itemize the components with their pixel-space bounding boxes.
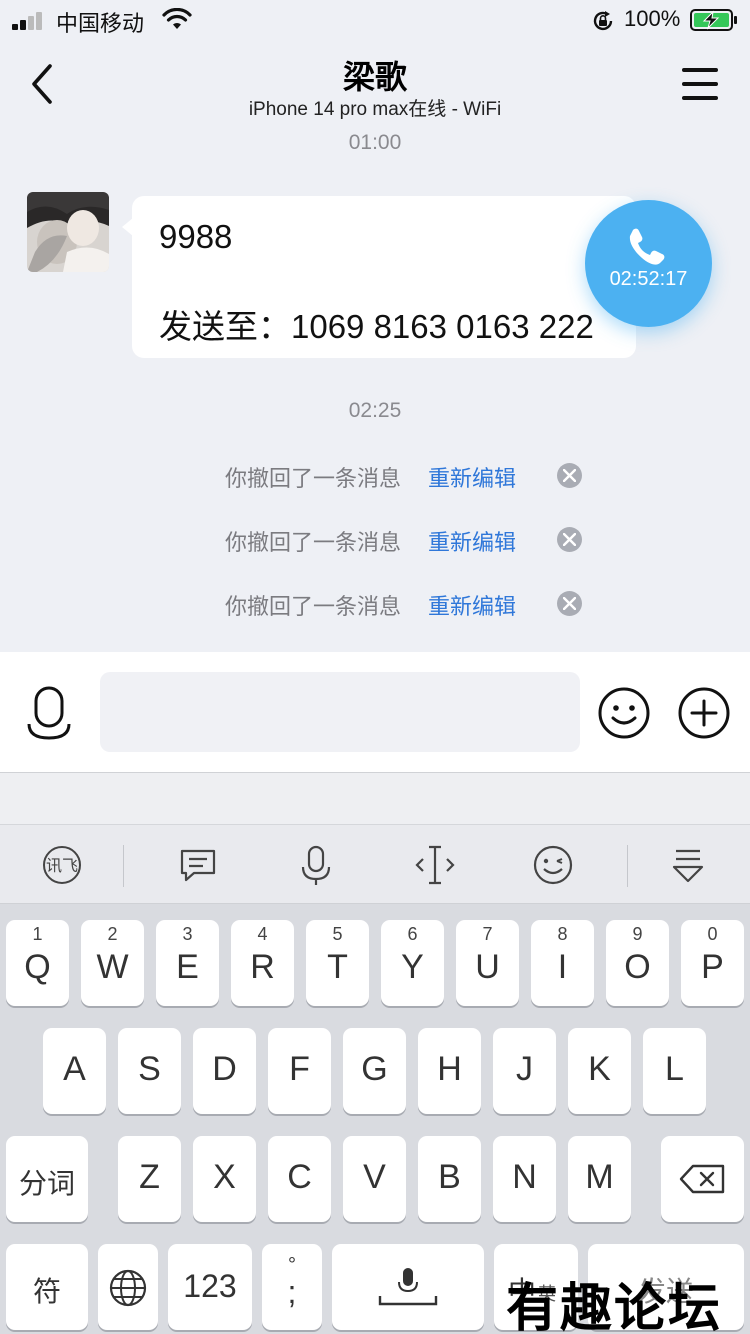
key-j[interactable]: J: [493, 1028, 556, 1114]
wifi-icon: [162, 8, 192, 29]
message-text-line: 9988: [159, 218, 233, 255]
globe-icon: [109, 1269, 147, 1307]
dismiss-notice-button[interactable]: [557, 463, 582, 488]
key-l[interactable]: L: [643, 1028, 706, 1114]
message-bubble[interactable]: 9988 发送至：1069 8163 0163 222: [122, 196, 636, 358]
space-mic-icon: [378, 1268, 438, 1306]
message-input-bar: [0, 652, 750, 772]
space-key[interactable]: [332, 1244, 484, 1330]
number-key[interactable]: 123: [168, 1244, 252, 1330]
menu-button[interactable]: [680, 64, 720, 104]
key-f[interactable]: F: [268, 1028, 331, 1114]
toolbar-divider: [123, 845, 124, 887]
contact-name-title: 梁歌: [342, 59, 407, 95]
svg-text:讯飞: 讯飞: [46, 856, 78, 875]
globe-key[interactable]: [98, 1244, 158, 1330]
backspace-key[interactable]: [661, 1136, 744, 1222]
re-edit-link[interactable]: 重新编辑: [428, 461, 516, 493]
key-p[interactable]: 0P: [681, 920, 744, 1006]
symbols-key[interactable]: 符: [6, 1244, 88, 1330]
semicolon-key[interactable]: ° ;: [262, 1244, 322, 1330]
dismiss-notice-button[interactable]: [557, 527, 582, 552]
ongoing-call-floating-button[interactable]: 02:52:17: [585, 200, 712, 327]
emoji-button[interactable]: [598, 687, 650, 739]
avatar[interactable]: [27, 192, 109, 272]
key-t[interactable]: 5T: [306, 920, 369, 1006]
battery-percentage: 100%: [624, 6, 681, 31]
watermark-text: 有趣论坛: [506, 1278, 723, 1334]
rotation-lock-icon: [593, 11, 613, 31]
key-s[interactable]: S: [118, 1028, 181, 1114]
backspace-icon: [679, 1164, 725, 1194]
close-icon: [563, 597, 576, 610]
cursor-icon[interactable]: [413, 843, 457, 887]
keyboard: 讯飞 1Q 2W 3E 4R 5T 6Y 7U 8I 9 O 0 P A S D…: [0, 772, 750, 1334]
key-i[interactable]: 8I: [531, 920, 594, 1006]
key-g[interactable]: G: [343, 1028, 406, 1114]
key-q[interactable]: 1Q: [6, 920, 69, 1006]
key-b[interactable]: B: [418, 1136, 481, 1222]
message-text-line: 发送至：1069 8163 0163 222: [159, 308, 594, 345]
phone-icon: [629, 228, 665, 265]
word-split-key[interactable]: 分词: [6, 1136, 88, 1222]
message-icon[interactable]: [176, 843, 220, 887]
key-z[interactable]: Z: [118, 1136, 181, 1222]
battery-charging-icon: [690, 9, 737, 31]
key-m[interactable]: M: [568, 1136, 631, 1222]
re-edit-link[interactable]: 重新编辑: [428, 589, 516, 621]
message-input[interactable]: [100, 672, 580, 752]
iflytek-logo-icon[interactable]: 讯飞: [40, 843, 84, 887]
call-duration-timer: 02:52:17: [609, 268, 688, 290]
voice-input-button[interactable]: [27, 686, 71, 742]
collapse-keyboard-icon[interactable]: [666, 843, 710, 887]
recall-notice-text: 你撤回了一条消息: [225, 530, 402, 555]
key-y[interactable]: 6Y: [381, 920, 444, 1006]
key-r[interactable]: 4R: [231, 920, 294, 1006]
re-edit-link[interactable]: 重新编辑: [428, 525, 516, 557]
recall-notice-row: 你撤回了一条消息 重新编辑: [0, 455, 750, 495]
key-w[interactable]: 2W: [81, 920, 144, 1006]
recall-notice-row: 你撤回了一条消息 重新编辑: [0, 583, 750, 623]
key-a[interactable]: A: [43, 1028, 106, 1114]
signal-strength-icon: [12, 12, 48, 30]
ime-toolbar: 讯飞: [0, 824, 750, 904]
key-o[interactable]: 9O: [606, 920, 669, 1006]
key-u[interactable]: 7U: [456, 920, 519, 1006]
recall-notice-row: 你撤回了一条消息 重新编辑: [0, 519, 750, 559]
device-status-subtitle: iPhone 14 pro max在线 - WiFi: [248, 99, 502, 120]
close-icon: [563, 533, 576, 546]
key-e[interactable]: 3E: [156, 920, 219, 1006]
recall-notice-text: 你撤回了一条消息: [225, 466, 402, 491]
toolbar-divider: [627, 845, 628, 887]
wink-emoji-icon[interactable]: [531, 843, 575, 887]
carrier-name: 中国移动: [56, 11, 145, 36]
recall-notice-text: 你撤回了一条消息: [225, 594, 402, 619]
more-actions-button[interactable]: [678, 687, 730, 739]
dismiss-notice-button[interactable]: [557, 591, 582, 616]
timestamp: 01:00: [348, 131, 402, 154]
avatar-image-icon: [27, 192, 109, 272]
timestamp: 02:25: [348, 399, 402, 422]
key-c[interactable]: C: [268, 1136, 331, 1222]
microphone-icon[interactable]: [294, 843, 338, 887]
close-icon: [563, 469, 576, 482]
key-n[interactable]: N: [493, 1136, 556, 1222]
key-h[interactable]: H: [418, 1028, 481, 1114]
status-bar: 中国移动 100%: [0, 0, 750, 40]
key-v[interactable]: V: [343, 1136, 406, 1222]
ime-composition-bar: [0, 772, 750, 824]
key-k[interactable]: K: [568, 1028, 631, 1114]
key-d[interactable]: D: [193, 1028, 256, 1114]
key-x[interactable]: X: [193, 1136, 256, 1222]
